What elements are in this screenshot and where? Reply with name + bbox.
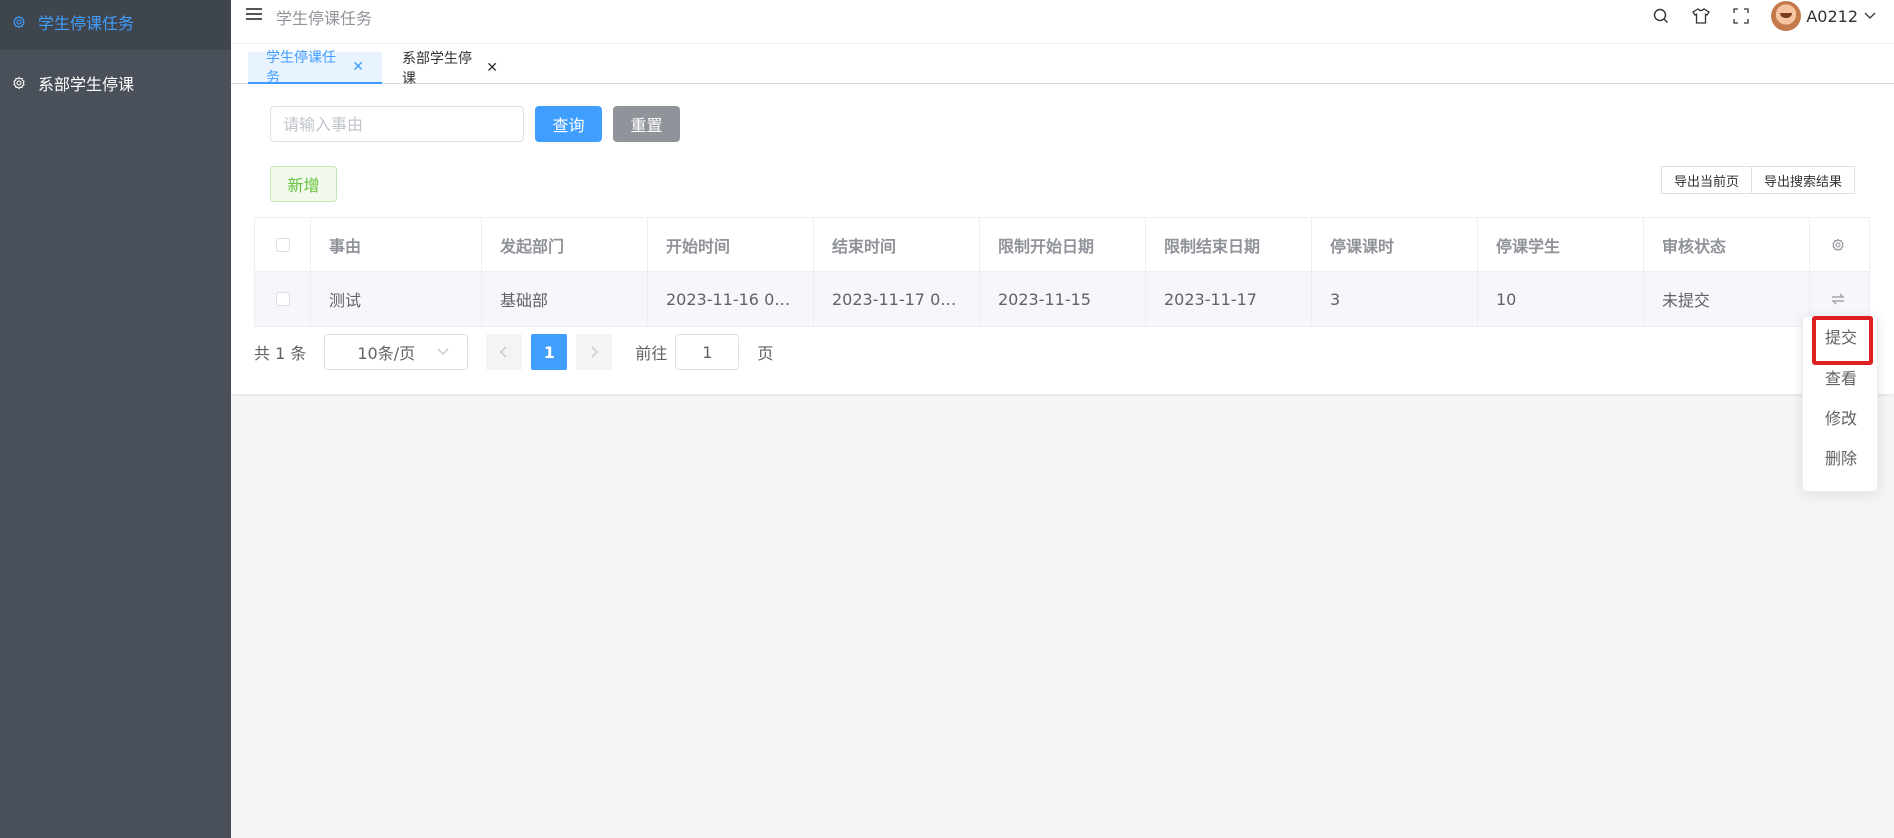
- cell-cause: 测试: [311, 272, 482, 326]
- column-header: 限制结束日期: [1146, 218, 1312, 272]
- end-time-text: 2023-11-17 00:...: [832, 289, 961, 309]
- column-header: 审核状态: [1644, 218, 1810, 272]
- cell-review-status: 未提交: [1644, 272, 1810, 326]
- cell-limit-end-date: 2023-11-17: [1146, 272, 1312, 326]
- submit-menu-item[interactable]: 提交: [1803, 318, 1879, 354]
- prev-page-button[interactable]: [486, 334, 523, 370]
- start-time-text: 2023-11-16 00:...: [666, 289, 795, 309]
- table-row[interactable]: 测试 基础部 2023-11-16 00:... 2023-11-17 00:.…: [255, 272, 1869, 326]
- select-all-checkbox[interactable]: [275, 238, 290, 252]
- avatar: [1771, 1, 1802, 31]
- column-header: 事由: [311, 218, 482, 272]
- next-page-button[interactable]: [576, 334, 613, 370]
- sidebar-item-label: 学生停课任务: [38, 14, 135, 33]
- user-menu[interactable]: A0212: [1771, 1, 1876, 31]
- delete-menu-item[interactable]: 删除: [1803, 439, 1879, 475]
- close-icon[interactable]: ✕: [486, 60, 498, 76]
- page-suffix-label: 页: [757, 344, 774, 363]
- hamburger-menu-icon[interactable]: [246, 8, 262, 22]
- chevron-left-icon: [500, 346, 508, 358]
- fullscreen-icon[interactable]: [1731, 6, 1751, 26]
- sidebar-item-label: 系部学生停课: [38, 75, 135, 94]
- cell-dept: 基础部: [482, 272, 648, 326]
- tab-label: 学生停课任务: [266, 50, 336, 86]
- column-header: 限制开始日期: [980, 218, 1146, 272]
- column-header: 结束时间: [814, 218, 980, 272]
- top-header: 学生停课任务 A0212: [231, 0, 1894, 44]
- goto-page-input[interactable]: [675, 334, 740, 370]
- close-icon[interactable]: ✕: [352, 59, 364, 75]
- shirt-icon[interactable]: [1691, 6, 1711, 26]
- chevron-right-icon: [590, 346, 599, 358]
- sidebar-item-dept-student-suspension[interactable]: 系部学生停课: [0, 58, 231, 108]
- tab-dept-student-suspension[interactable]: 系部学生停课 ✕: [384, 51, 516, 87]
- cell-suspended-hours: 3: [1312, 272, 1478, 326]
- content-card: 查询 重置 新增 导出当前页 导出搜索结果 事由 发起部门 开始时间 结束时间 …: [231, 84, 1894, 394]
- row-checkbox[interactable]: [275, 292, 290, 306]
- cell-start-time: 2023-11-16 00:...: [648, 272, 814, 326]
- column-header: 开始时间: [648, 218, 814, 272]
- sidebar: 学生停课任务 系部学生停课: [0, 0, 231, 838]
- reason-search-input[interactable]: [270, 106, 524, 142]
- suspension-task-table: 事由 发起部门 开始时间 结束时间 限制开始日期 限制结束日期 停课课时 停课学…: [254, 217, 1870, 327]
- cell-suspended-students: 10: [1478, 272, 1644, 326]
- view-menu-item[interactable]: 查看: [1803, 359, 1879, 395]
- gear-icon: [12, 15, 26, 29]
- column-header: 停课课时: [1312, 218, 1478, 272]
- username: A0212: [1806, 6, 1858, 26]
- export-search-results-button[interactable]: 导出搜索结果: [1751, 166, 1855, 194]
- table-header-row: 事由 发起部门 开始时间 结束时间 限制开始日期 限制结束日期 停课课时 停课学…: [255, 218, 1869, 272]
- add-button[interactable]: 新增: [270, 166, 337, 202]
- row-select-cell: [255, 272, 311, 326]
- column-header: 发起部门: [482, 218, 648, 272]
- chevron-down-icon: [1864, 12, 1876, 20]
- export-current-page-button[interactable]: 导出当前页: [1660, 166, 1752, 194]
- breadcrumb: 学生停课任务: [276, 9, 373, 28]
- search-icon[interactable]: [1651, 6, 1671, 26]
- select-all-cell: [255, 218, 311, 272]
- pagination: 共 1 条 10条/页 1 前往 页: [254, 334, 773, 370]
- page-size-value: 10条/页: [357, 344, 416, 363]
- more-actions-icon[interactable]: [1830, 293, 1846, 305]
- page-size-select[interactable]: 10条/页: [324, 334, 469, 370]
- goto-label: 前往: [635, 344, 668, 363]
- column-header: 停课学生: [1478, 218, 1644, 272]
- cell-end-time: 2023-11-17 00:...: [814, 272, 980, 326]
- tab-student-suspension-task[interactable]: 学生停课任务 ✕: [248, 50, 382, 86]
- cell-limit-start-date: 2023-11-15: [980, 272, 1146, 326]
- gear-icon[interactable]: [1831, 238, 1845, 252]
- tab-label: 系部学生停课: [402, 51, 472, 87]
- sidebar-item-student-suspension-task[interactable]: 学生停课任务: [0, 0, 231, 50]
- chevron-down-icon: [437, 348, 449, 356]
- column-settings-cell: [1810, 218, 1865, 272]
- page-number-button[interactable]: 1: [531, 334, 568, 370]
- total-count: 共 1 条: [254, 344, 307, 363]
- tabs-bar: 学生停课任务 ✕ 系部学生停课 ✕: [231, 44, 1894, 87]
- row-action-dropdown: 提交 查看 修改 删除: [1802, 316, 1878, 492]
- gear-icon: [12, 76, 26, 90]
- edit-menu-item[interactable]: 修改: [1803, 399, 1879, 435]
- export-button-group: 导出当前页 导出搜索结果: [1660, 166, 1855, 194]
- query-button[interactable]: 查询: [535, 106, 602, 142]
- reset-button[interactable]: 重置: [613, 106, 680, 142]
